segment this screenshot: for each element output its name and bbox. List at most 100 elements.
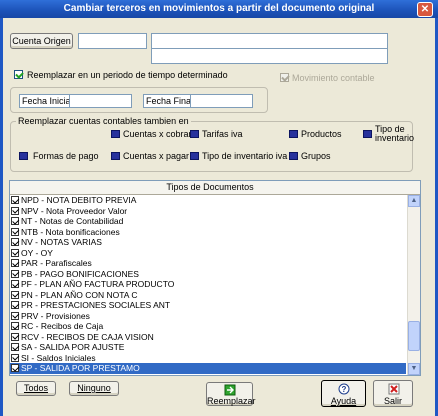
reemplazar-button[interactable]: Reemplazar	[206, 382, 256, 406]
ayuda-label: Ayuda	[330, 396, 357, 406]
salir-button[interactable]: Salir	[373, 380, 413, 407]
list-item-label: SI - Saldos Iniciales	[21, 352, 96, 363]
list-item[interactable]: NTB - Nota bonificaciones	[10, 227, 406, 238]
list-item-label: SP - SALIDA POR PRESTAMO	[21, 363, 140, 373]
list-item-label: NT - Notas de Contabilidad	[21, 216, 124, 226]
list-item-checkbox[interactable]	[11, 353, 19, 362]
list-item-checkbox[interactable]	[11, 217, 19, 225]
tipo-inventario-iva-checkbox[interactable]	[190, 152, 199, 160]
grupos-checkbox[interactable]	[289, 152, 298, 160]
tipo-inventario-iva-label: Tipo de inventario iva	[202, 151, 288, 161]
svg-text:?: ?	[342, 385, 347, 394]
list-item-checkbox[interactable]	[11, 269, 19, 278]
list-item-checkbox[interactable]	[11, 301, 19, 309]
dialog-body: Cuenta Origen Reemplazar en un periodo d…	[3, 18, 435, 416]
list-item-label: NPD - NOTA DEBITO PREVIA	[21, 195, 137, 205]
list-item-checkbox[interactable]	[11, 343, 19, 351]
fecha-final-label: Fecha Final	[143, 94, 197, 108]
list-item-label: RCV - RECIBOS DE CAJA VISION	[21, 331, 154, 342]
tipo-inventario-checkbox[interactable]	[363, 130, 372, 138]
salir-label: Salir	[383, 396, 402, 406]
list-item-label: OY - OY	[21, 247, 53, 258]
list-item-checkbox[interactable]	[11, 311, 19, 320]
ninguno-button[interactable]: Ninguno	[69, 381, 119, 396]
list-item-checkbox[interactable]	[11, 206, 19, 215]
formas-de-pago-checkbox[interactable]	[19, 152, 28, 160]
list-item[interactable]: SI - Saldos Iniciales	[10, 353, 406, 364]
list-item-label: NV - NOTAS VARIAS	[21, 237, 102, 247]
reemplazar-icon	[224, 384, 236, 396]
movimiento-contable-checkbox	[280, 73, 289, 82]
list-item[interactable]: SA - SALIDA POR AJUSTE	[10, 342, 406, 353]
tipos-documentos-list[interactable]: Tipos de Documentos NPD - NOTA DEBITO PR…	[9, 180, 421, 376]
list-item-label: RC - Recibos de Caja	[21, 321, 104, 331]
cuenta-origen-name-input[interactable]	[151, 33, 388, 49]
list-item[interactable]: NPD - NOTA DEBITO PREVIA	[10, 195, 406, 206]
periodo-checkbox[interactable]	[14, 70, 23, 79]
cuentas-x-pagar-checkbox[interactable]	[111, 152, 120, 160]
list-item[interactable]: RC - Recibos de Caja	[10, 321, 406, 332]
list-scrollbar[interactable]: ▲ ▼	[407, 195, 420, 375]
list-item-label: PR - PRESTACIONES SOCIALES ANT	[21, 300, 171, 310]
cuenta-origen-button[interactable]: Cuenta Origen	[10, 33, 73, 49]
list-item[interactable]: PAR - Parafiscales	[10, 258, 406, 269]
list-item-checkbox[interactable]	[11, 248, 19, 257]
help-icon: ?	[338, 383, 350, 395]
list-item[interactable]: PRV - Provisiones	[10, 311, 406, 322]
productos-checkbox[interactable]	[289, 130, 298, 138]
todos-button[interactable]: Todos	[16, 381, 56, 396]
list-item-label: PN - PLAN AÑO CON NOTA C	[21, 289, 138, 300]
list-item-label: PB - PAGO BONIFICACIONES	[21, 268, 139, 279]
list-item[interactable]: OY - OY	[10, 248, 406, 259]
list-item-checkbox[interactable]	[11, 322, 19, 330]
cuentas-x-cobrar-checkbox[interactable]	[111, 130, 120, 138]
productos-label: Productos	[301, 129, 342, 139]
list-item[interactable]: NT - Notas de Contabilidad	[10, 216, 406, 227]
close-button[interactable]: ✕	[417, 2, 433, 17]
tipos-documentos-header: Tipos de Documentos	[10, 181, 420, 195]
ayuda-button[interactable]: ? Ayuda	[321, 380, 366, 407]
list-item[interactable]: RCV - RECIBOS DE CAJA VISION	[10, 332, 406, 343]
list-item-checkbox[interactable]	[11, 227, 19, 236]
list-item-checkbox[interactable]	[11, 332, 19, 341]
tarifas-iva-label: Tarifas iva	[202, 129, 243, 139]
list-item-label: PRV - Provisiones	[21, 310, 90, 321]
list-item[interactable]: PN - PLAN AÑO CON NOTA C	[10, 290, 406, 301]
scroll-thumb[interactable]	[408, 321, 420, 351]
list-item-checkbox[interactable]	[11, 196, 19, 204]
list-item-label: NTB - Nota bonificaciones	[21, 226, 120, 237]
fecha-inicial-input[interactable]	[69, 94, 132, 108]
formas-de-pago-label: Formas de pago	[33, 151, 99, 161]
list-item-label: SA - SALIDA POR AJUSTE	[21, 342, 125, 352]
list-item[interactable]: SP - SALIDA POR PRESTAMO	[10, 363, 406, 374]
cuentas-group-label: Reemplazar cuentas contables tambien en	[16, 116, 191, 126]
list-item[interactable]: PR - PRESTACIONES SOCIALES ANT	[10, 300, 406, 311]
reemplazar-label: Reemplazar	[207, 396, 256, 406]
list-item-label: PAR - Parafiscales	[21, 258, 92, 268]
cuenta-origen-label: Cuenta Origen	[12, 36, 71, 46]
list-item-label: NPV - Nota Proveedor Valor	[21, 205, 128, 216]
list-item-label: PF - PLAN AÑO FACTURA PRODUCTO	[21, 279, 175, 289]
list-item[interactable]: NPV - Nota Proveedor Valor	[10, 206, 406, 217]
cuenta-origen-code-input[interactable]	[78, 33, 147, 49]
list-item-checkbox[interactable]	[11, 259, 19, 267]
cuenta-origen-name-input-2[interactable]	[151, 49, 388, 64]
movimiento-contable-label: Movimiento contable	[292, 73, 375, 83]
list-item-checkbox[interactable]	[11, 238, 19, 246]
cuentas-x-cobrar-label: Cuentas x cobrar	[123, 129, 192, 139]
exit-icon	[388, 383, 400, 395]
list-item-checkbox[interactable]	[11, 280, 19, 288]
fecha-inicial-label: Fecha Inicial	[19, 94, 76, 108]
grupos-label: Grupos	[301, 151, 331, 161]
scroll-up-icon[interactable]: ▲	[408, 195, 420, 207]
todos-label: Todos	[23, 383, 49, 393]
fecha-final-input[interactable]	[190, 94, 253, 108]
scroll-down-icon[interactable]: ▼	[408, 363, 420, 375]
tarifas-iva-checkbox[interactable]	[190, 130, 199, 138]
list-item[interactable]: PF - PLAN AÑO FACTURA PRODUCTO	[10, 279, 406, 290]
list-item[interactable]: NV - NOTAS VARIAS	[10, 237, 406, 248]
tipo-inventario-label: Tipo de inventario	[375, 124, 415, 143]
list-item-checkbox[interactable]	[11, 364, 19, 372]
list-item-checkbox[interactable]	[11, 290, 19, 299]
list-item[interactable]: PB - PAGO BONIFICACIONES	[10, 269, 406, 280]
